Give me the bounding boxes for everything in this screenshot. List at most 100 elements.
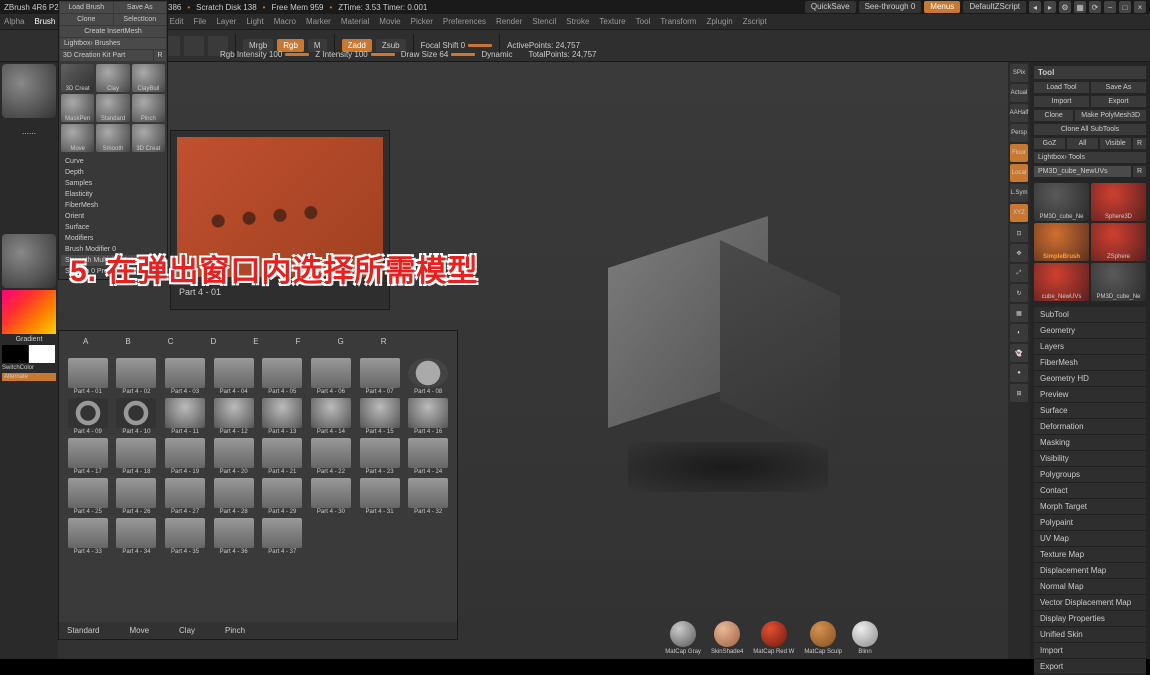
menu-stroke[interactable]: Stroke xyxy=(566,17,589,26)
menu-tool[interactable]: Tool xyxy=(636,17,651,26)
menu-stencil[interactable]: Stencil xyxy=(532,17,556,26)
solo-icon[interactable]: ● xyxy=(1010,364,1028,382)
clone-brush-button[interactable]: Clone xyxy=(60,14,113,25)
import-button[interactable]: Import xyxy=(1034,96,1089,107)
goz-visible-button[interactable]: Visible xyxy=(1100,138,1131,149)
alpha-tile[interactable] xyxy=(2,150,56,190)
brush-opt-elasticity[interactable]: Elasticity xyxy=(61,189,165,200)
accordion-fibermesh[interactable]: FiberMesh xyxy=(1034,355,1146,371)
footer-pinch[interactable]: Pinch xyxy=(225,626,245,635)
picker-item-32[interactable]: Part 4 - 32 xyxy=(405,478,451,515)
accordion-import[interactable]: Import xyxy=(1034,643,1146,659)
local-icon[interactable]: Local xyxy=(1010,164,1028,182)
minimize-icon[interactable]: − xyxy=(1104,1,1116,13)
mat-skin[interactable] xyxy=(714,621,740,647)
menu-preferences[interactable]: Preferences xyxy=(443,17,486,26)
footer-standard[interactable]: Standard xyxy=(67,626,99,635)
tool-thumb-simplebrush[interactable]: SimpleBrush xyxy=(1034,223,1089,261)
tool-thumb-cubenew[interactable]: cube_NewUVs xyxy=(1034,263,1089,301)
arrow-right-icon[interactable]: ▸ xyxy=(1044,1,1056,13)
picker-item-19[interactable]: Part 4 - 19 xyxy=(162,438,208,475)
menu-movie[interactable]: Movie xyxy=(379,17,400,26)
accordion-contact[interactable]: Contact xyxy=(1034,483,1146,499)
brush-move[interactable]: Move xyxy=(61,124,94,152)
tab-g[interactable]: G xyxy=(319,335,361,348)
picker-item-6[interactable]: Part 4 - 06 xyxy=(308,358,354,395)
xpose-icon[interactable]: ⊞ xyxy=(1010,384,1028,402)
clone-all-button[interactable]: Clone All SubTools xyxy=(1034,124,1146,135)
current-brush-name[interactable]: 3D Creation Kit Part xyxy=(60,50,153,61)
picker-item-29[interactable]: Part 4 - 29 xyxy=(260,478,306,515)
tab-a[interactable]: A xyxy=(65,335,106,348)
picker-item-30[interactable]: Part 4 - 30 xyxy=(308,478,354,515)
persp-icon[interactable]: Persp xyxy=(1010,124,1028,142)
current-tool-name[interactable]: PM3D_cube_NewUVs xyxy=(1034,166,1131,177)
maximize-icon[interactable]: □ xyxy=(1119,1,1131,13)
picker-item-2[interactable]: Part 4 - 02 xyxy=(114,358,160,395)
menu-file[interactable]: File xyxy=(193,17,206,26)
accordion-polypaint[interactable]: Polypaint xyxy=(1034,515,1146,531)
transp-icon[interactable]: ◐ xyxy=(1010,324,1028,342)
arrow-left-icon[interactable]: ◂ xyxy=(1029,1,1041,13)
picker-item-35[interactable]: Part 4 - 35 xyxy=(162,518,208,555)
picker-item-11[interactable]: Part 4 - 11 xyxy=(162,398,208,435)
floor-icon[interactable]: Floor xyxy=(1010,144,1028,162)
menu-light[interactable]: Light xyxy=(246,17,263,26)
accordion-export[interactable]: Export xyxy=(1034,659,1146,675)
brush-3d-creation-kit[interactable]: 3D Creat xyxy=(132,124,165,152)
menu-transform[interactable]: Transform xyxy=(660,17,696,26)
picker-item-18[interactable]: Part 4 - 18 xyxy=(114,438,160,475)
menu-texture[interactable]: Texture xyxy=(599,17,625,26)
make-polymesh-button[interactable]: Make PolyMesh3D xyxy=(1075,110,1146,121)
tab-f[interactable]: F xyxy=(278,335,319,348)
picker-item-4[interactable]: Part 4 - 04 xyxy=(211,358,257,395)
brush-clay[interactable]: Clay xyxy=(96,64,129,92)
picker-item-28[interactable]: Part 4 - 28 xyxy=(211,478,257,515)
brush-r-button[interactable]: R xyxy=(154,50,166,61)
create-insertmesh-button[interactable]: Create InsertMesh xyxy=(60,26,166,37)
picker-item-17[interactable]: Part 4 - 17 xyxy=(65,438,111,475)
material-tile[interactable] xyxy=(2,234,56,288)
polyf-icon[interactable]: ▦ xyxy=(1010,304,1028,322)
restore-icon[interactable]: ⟳ xyxy=(1089,1,1101,13)
picker-item-20[interactable]: Part 4 - 20 xyxy=(211,438,257,475)
picker-item-7[interactable]: Part 4 - 07 xyxy=(357,358,403,395)
brush-opt-surface[interactable]: Surface xyxy=(61,222,165,233)
accordion-masking[interactable]: Masking xyxy=(1034,435,1146,451)
lightbox-tools-button[interactable]: Lightbox› Tools xyxy=(1034,152,1146,163)
menu-material[interactable]: Material xyxy=(341,17,369,26)
accordion-preview[interactable]: Preview xyxy=(1034,387,1146,403)
tab-r[interactable]: R xyxy=(363,335,405,348)
picker-item-10[interactable]: Part 4 - 10 xyxy=(114,398,160,435)
lsym-icon[interactable]: L.Sym xyxy=(1010,184,1028,202)
picker-item-36[interactable]: Part 4 - 36 xyxy=(211,518,257,555)
picker-item-33[interactable]: Part 4 - 33 xyxy=(65,518,111,555)
picker-item-14[interactable]: Part 4 - 14 xyxy=(308,398,354,435)
zscript-button[interactable]: DefaultZScript xyxy=(963,1,1026,13)
picker-item-23[interactable]: Part 4 - 23 xyxy=(357,438,403,475)
mat-blinn[interactable] xyxy=(852,621,878,647)
load-brush-button[interactable]: Load Brush xyxy=(60,2,113,13)
color-picker[interactable] xyxy=(2,290,56,334)
picker-item-13[interactable]: Part 4 - 13 xyxy=(260,398,306,435)
menu-marker[interactable]: Marker xyxy=(306,17,331,26)
brush-smooth[interactable]: Smooth xyxy=(96,124,129,152)
mat-gray[interactable] xyxy=(670,621,696,647)
load-tool-button[interactable]: Load Tool xyxy=(1034,82,1089,93)
picker-item-15[interactable]: Part 4 - 15 xyxy=(357,398,403,435)
menus-button[interactable]: Menus xyxy=(924,1,960,13)
menu-layer[interactable]: Layer xyxy=(216,17,236,26)
accordion-vector-displacement-map[interactable]: Vector Displacement Map xyxy=(1034,595,1146,611)
accordion-deformation[interactable]: Deformation xyxy=(1034,419,1146,435)
picker-item-27[interactable]: Part 4 - 27 xyxy=(162,478,208,515)
brush-standard[interactable]: Standard xyxy=(96,94,129,122)
swatch-a[interactable] xyxy=(2,345,28,363)
picker-item-34[interactable]: Part 4 - 34 xyxy=(114,518,160,555)
seethrough-slider[interactable]: See-through 0 xyxy=(859,1,922,13)
picker-item-22[interactable]: Part 4 - 22 xyxy=(308,438,354,475)
brush-maskpen[interactable]: MaskPen xyxy=(61,94,94,122)
swatch-b[interactable] xyxy=(29,345,55,363)
layout-icon[interactable]: ▦ xyxy=(1074,1,1086,13)
close-icon[interactable]: × xyxy=(1134,1,1146,13)
menu-edit[interactable]: Edit xyxy=(170,17,184,26)
